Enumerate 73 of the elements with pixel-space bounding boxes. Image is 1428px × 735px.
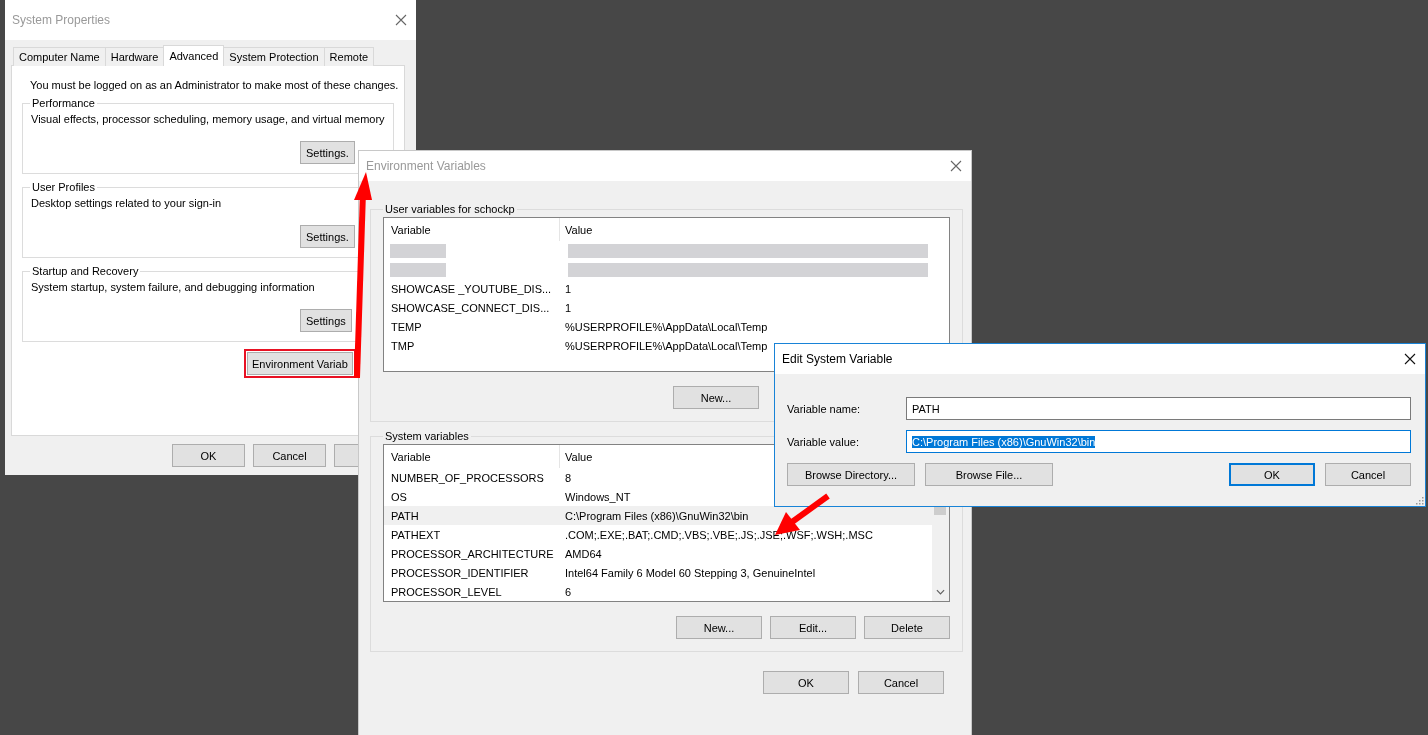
- variable-name: PROCESSOR_ARCHITECTURE: [390, 547, 555, 560]
- dialog-button[interactable]: Browse Directory...: [787, 463, 915, 486]
- variable-name: SHOWCASE _YOUTUBE_DIS...: [390, 282, 553, 295]
- list-action-button[interactable]: New...: [673, 386, 759, 409]
- tab[interactable]: Computer Name: [13, 47, 106, 66]
- list-action-button[interactable]: Edit...: [770, 616, 856, 639]
- dialog-button[interactable]: Cancel: [253, 444, 326, 467]
- tab[interactable]: Advanced: [163, 45, 225, 66]
- variable-value: Windows_NT: [564, 490, 631, 503]
- list-row[interactable]: SHOWCASE _YOUTUBE_DIS... 1: [384, 279, 949, 298]
- variable-value: 1: [564, 301, 572, 314]
- dialog-button[interactable]: Cancel: [1325, 463, 1411, 486]
- variable-value: C:\Program Files (x86)\GnuWin32\bin: [564, 509, 749, 522]
- variable-value: .COM;.EXE;.BAT;.CMD;.VBS;.VBE;.JS;.JSE;.WSF;.WSH;.MSC: [564, 528, 873, 541]
- environment-variables-button[interactable]: Environment Variab: [247, 352, 353, 375]
- variable-name: OS: [390, 490, 408, 503]
- group-title: Startup and Recovery: [31, 265, 140, 277]
- list-row[interactable]: PROCESSOR_IDENTIFIER Intel64 Family 6 Model 60 Stepping 3, GenuineIntel: [384, 563, 932, 582]
- variable-value: 6: [564, 585, 572, 598]
- dialog-button[interactable]: Browse File...: [925, 463, 1053, 486]
- column-header[interactable]: Value: [560, 218, 593, 241]
- field-label: Variable value:: [787, 435, 860, 448]
- dialog-button[interactable]: OK: [1229, 463, 1315, 486]
- variable-value: 8: [564, 471, 572, 484]
- variable-name: NUMBER_OF_PROCESSORS: [390, 471, 545, 484]
- tab[interactable]: Hardware: [104, 47, 165, 66]
- variable-value: 1: [564, 282, 572, 295]
- group-title: System variables: [384, 430, 470, 442]
- variable-name: PATHEXT: [390, 528, 442, 541]
- group-title: User Profiles: [31, 181, 96, 193]
- chevron-down-icon[interactable]: [936, 589, 945, 595]
- variable-value: %USERPROFILE%\AppData\Local\Temp: [564, 320, 768, 333]
- window-title: Environment Variables: [366, 159, 486, 173]
- settings-button[interactable]: Settings: [300, 309, 352, 332]
- list-action-button[interactable]: New...: [676, 616, 762, 639]
- group-description: Visual effects, processor scheduling, memory usage, and virtual memory: [31, 113, 385, 127]
- list-action-button[interactable]: Delete: [864, 616, 950, 639]
- variable-value: AMD64: [564, 547, 602, 560]
- column-header[interactable]: Value: [560, 445, 593, 468]
- list-row[interactable]: PROCESSOR_LEVEL 6: [384, 582, 932, 601]
- column-header[interactable]: Variable: [384, 445, 560, 468]
- column-header[interactable]: Variable: [384, 218, 560, 241]
- group-title: Performance: [31, 97, 96, 109]
- dialog-button[interactable]: OK: [763, 671, 849, 694]
- resize-grip-icon[interactable]: [1414, 495, 1424, 505]
- variable-name: PATH: [390, 509, 420, 522]
- list-row[interactable]: PATH C:\Program Files (x86)\GnuWin32\bin: [384, 506, 932, 525]
- field-label: Variable name:: [787, 402, 862, 415]
- window-title: System Properties: [12, 13, 111, 27]
- variable-name: TEMP: [390, 320, 423, 333]
- variable-name: TMP: [390, 339, 416, 352]
- group-description: System startup, system failure, and debugging information: [31, 281, 316, 295]
- dialog-button[interactable]: OK: [172, 444, 245, 467]
- input-field[interactable]: PATH: [906, 397, 1411, 420]
- settings-button[interactable]: Settings.: [300, 225, 355, 248]
- group-title: User variables for schockp: [384, 203, 516, 215]
- tab[interactable]: Remote: [323, 47, 375, 66]
- variable-name: SHOWCASE_CONNECT_DIS...: [390, 301, 551, 314]
- settings-button[interactable]: Settings.: [300, 141, 355, 164]
- list-row[interactable]: SHOWCASE_CONNECT_DIS... 1: [384, 298, 949, 317]
- input-field[interactable]: C:\Program Files (x86)\GnuWin32\bin: [906, 430, 1411, 453]
- list-row[interactable]: PROCESSOR_ARCHITECTURE AMD64: [384, 544, 932, 563]
- list-row[interactable]: TEMP %USERPROFILE%\AppData\Local\Temp: [384, 317, 949, 336]
- close-icon[interactable]: [1404, 353, 1416, 365]
- group-description: Desktop settings related to your sign-in: [31, 197, 223, 211]
- window-title: Edit System Variable: [782, 352, 893, 366]
- dialog-button[interactable]: Cancel: [858, 671, 944, 694]
- variable-name: PROCESSOR_LEVEL: [390, 585, 503, 598]
- variable-value: %USERPROFILE%\AppData\Local\Temp: [564, 339, 768, 352]
- tab[interactable]: System Protection: [223, 47, 325, 66]
- list-row[interactable]: PATHEXT .COM;.EXE;.BAT;.CMD;.VBS;.VBE;.JS;.JSE;.WSF;.WSH;.MSC: [384, 525, 932, 544]
- variable-value: Intel64 Family 6 Model 60 Stepping 3, GenuineIntel: [564, 566, 816, 579]
- variable-name: PROCESSOR_IDENTIFIER: [390, 566, 530, 579]
